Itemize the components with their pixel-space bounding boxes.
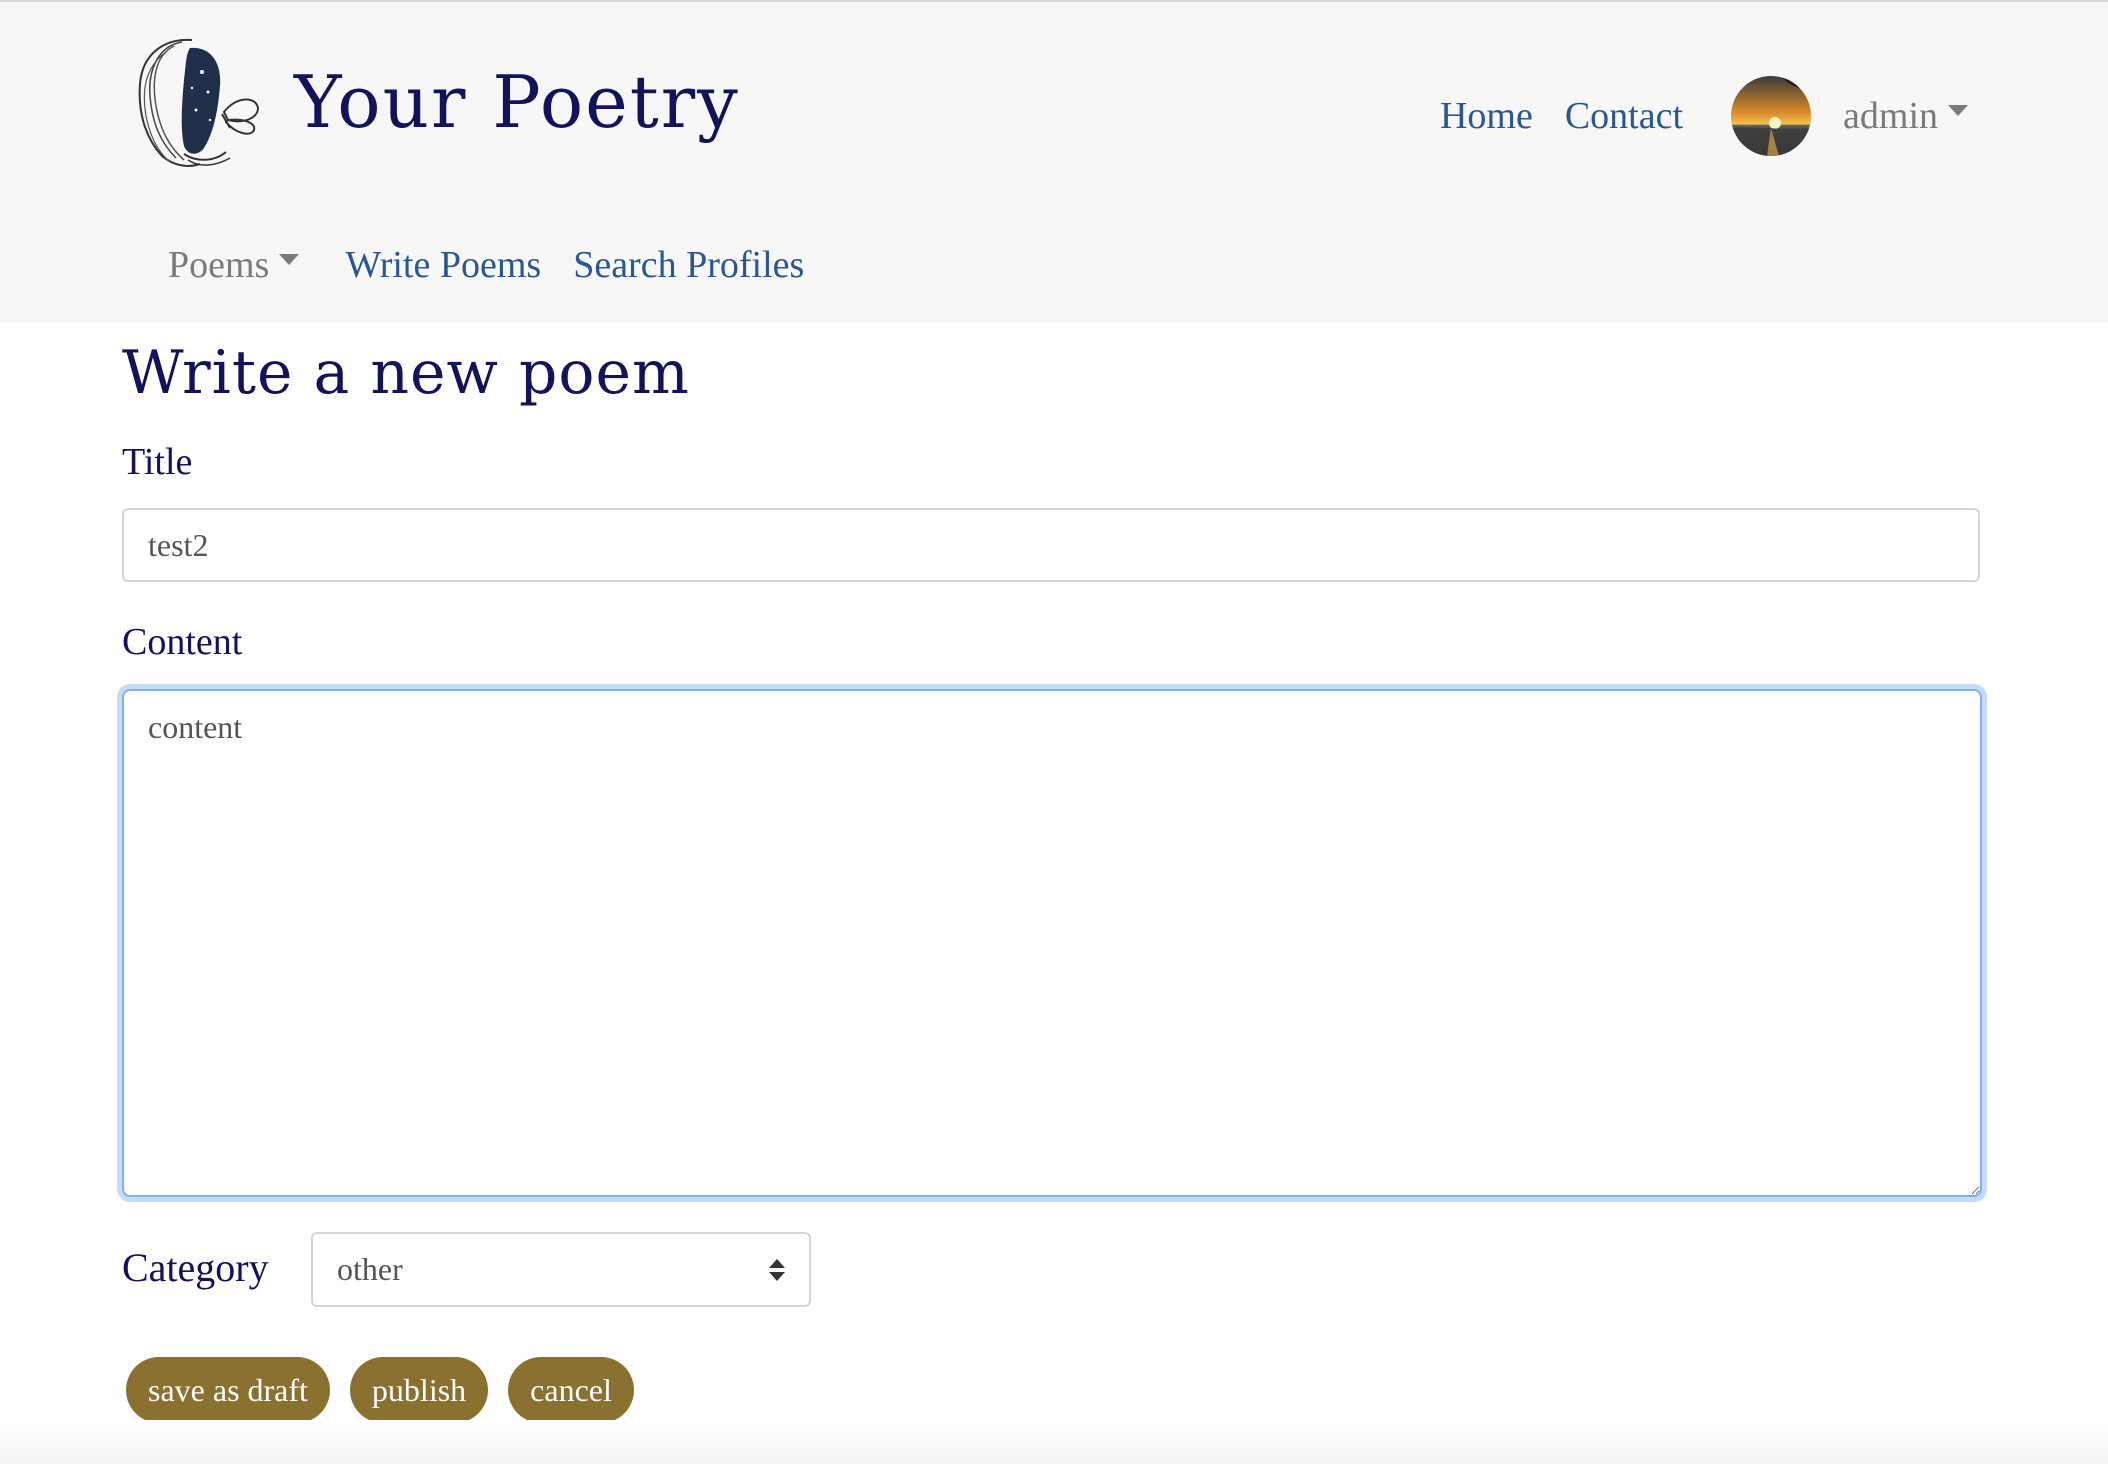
nav-contact-link[interactable]: Contact bbox=[1565, 94, 1683, 138]
chevron-down-icon bbox=[1948, 104, 1968, 116]
nav-home-link[interactable]: Home bbox=[1440, 94, 1533, 138]
user-name: admin bbox=[1843, 95, 1938, 137]
category-value: other bbox=[337, 1251, 403, 1287]
write-poems-link[interactable]: Write Poems bbox=[345, 243, 541, 287]
sub-nav: Poems Write Poems Search Profiles bbox=[168, 230, 804, 300]
avatar[interactable] bbox=[1731, 76, 1812, 156]
page-title: Write a new poem bbox=[122, 338, 690, 408]
save-draft-button[interactable]: save as draft bbox=[126, 1357, 330, 1423]
category-select[interactable]: other bbox=[311, 1232, 811, 1307]
title-input[interactable] bbox=[122, 508, 1980, 582]
poems-label: Poems bbox=[168, 244, 270, 286]
chevron-down-icon bbox=[279, 253, 300, 265]
category-label: Category bbox=[122, 1245, 269, 1290]
brand[interactable]: Your Poetry bbox=[122, 32, 740, 172]
user-menu-toggle[interactable]: admin bbox=[1843, 94, 1968, 138]
navbar: Your Poetry Home Contact admin Poems Wri… bbox=[0, 2, 2108, 323]
sunset-avatar-icon bbox=[1731, 76, 1812, 156]
bottom-shadow bbox=[0, 1420, 2108, 1464]
top-nav: Home Contact admin bbox=[1408, 76, 1968, 156]
publish-button[interactable]: publish bbox=[349, 1357, 489, 1423]
search-profiles-link[interactable]: Search Profiles bbox=[573, 243, 804, 287]
poems-menu-toggle[interactable]: Poems bbox=[168, 243, 300, 287]
woman-butterfly-logo-icon bbox=[138, 38, 260, 167]
cancel-button[interactable]: cancel bbox=[508, 1357, 634, 1423]
content-label: Content bbox=[122, 621, 243, 663]
updown-icon bbox=[769, 1258, 785, 1281]
form-actions: save as draft publish cancel bbox=[126, 1357, 654, 1423]
title-label: Title bbox=[122, 441, 193, 483]
brand-name[interactable]: Your Poetry bbox=[294, 60, 740, 144]
content-textarea[interactable]: content bbox=[122, 689, 1982, 1197]
